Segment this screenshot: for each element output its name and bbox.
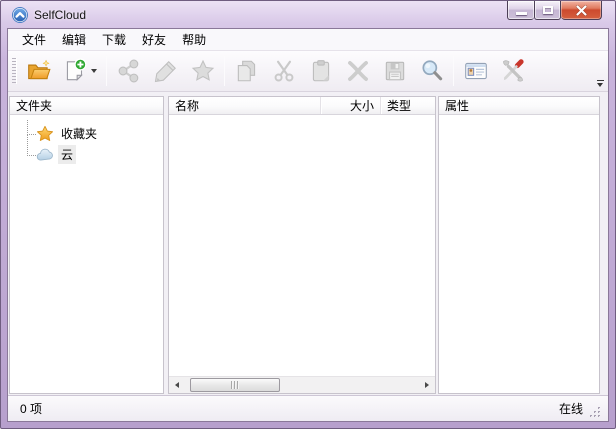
- new-item-button[interactable]: [57, 53, 103, 89]
- search-button[interactable]: [413, 53, 450, 89]
- tree-item-label: 收藏夹: [61, 127, 98, 141]
- folders-panel-header: 文件夹: [10, 97, 163, 115]
- toolbar-separator: [224, 56, 225, 86]
- title-bar[interactable]: SelfCloud: [1, 1, 615, 28]
- save-icon: [385, 61, 404, 81]
- copy-icon: [237, 60, 255, 82]
- copy-button[interactable]: [228, 53, 265, 89]
- folders-panel: 文件夹 收藏夹 云: [9, 96, 164, 394]
- resize-grip[interactable]: [589, 406, 602, 419]
- attributes-body: [439, 115, 599, 393]
- contacts-icon: [464, 62, 487, 80]
- settings-button[interactable]: [494, 53, 531, 89]
- window-title: SelfCloud: [34, 7, 87, 22]
- scrollbar-thumb[interactable]: [190, 377, 280, 392]
- favorite-star-icon: [191, 59, 214, 81]
- maximize-button[interactable]: [534, 1, 561, 20]
- attributes-panel: 属性: [438, 96, 600, 394]
- menu-item-friends[interactable]: 好友: [134, 28, 174, 51]
- chevron-down-icon: [597, 83, 603, 87]
- status-bar: 0 项 在线: [8, 395, 608, 421]
- share-button[interactable]: [110, 53, 147, 89]
- menu-bar: 文件 编辑 下载 好友 帮助: [8, 29, 608, 51]
- window-controls: [507, 1, 602, 20]
- minimize-button[interactable]: [507, 1, 534, 20]
- delete-button[interactable]: [339, 53, 376, 89]
- edit-icon: [154, 61, 176, 83]
- contacts-button[interactable]: [457, 53, 494, 89]
- arrow-left-icon: [175, 382, 179, 388]
- save-button[interactable]: [376, 53, 413, 89]
- menu-item-download[interactable]: 下载: [94, 28, 134, 51]
- column-header-type[interactable]: 类型: [381, 97, 435, 114]
- main-area: 文件夹 收藏夹 云 名称 大小 类型 属性: [8, 92, 608, 395]
- online-status-label: 在线: [558, 402, 583, 416]
- cloud-icon: [36, 146, 54, 164]
- column-header-name[interactable]: 名称: [169, 97, 321, 114]
- selfcloud-window: SelfCloud 文件 编辑 下载 好友 帮助 文件夹 收藏夹 云 名称 大小…: [0, 0, 616, 429]
- overflow-bar: [596, 80, 604, 81]
- toolbar-separator: [106, 56, 107, 86]
- edit-button[interactable]: [147, 53, 184, 89]
- menu-item-edit[interactable]: 编辑: [54, 28, 94, 51]
- tree-item-cloud[interactable]: 云: [10, 134, 163, 165]
- scrollbar-track[interactable]: [185, 377, 419, 394]
- close-icon: [575, 4, 587, 16]
- arrow-right-icon: [425, 382, 429, 388]
- file-list-body: [169, 115, 435, 376]
- thumb-grip-icon: [230, 380, 240, 389]
- client-area: 文件 编辑 下载 好友 帮助 文件夹 收藏夹 云 名称 大小 类型 属性 0 项…: [7, 28, 609, 422]
- toolbar-overflow-button[interactable]: [595, 80, 605, 87]
- close-button[interactable]: [561, 1, 602, 20]
- files-panel: 名称 大小 类型: [168, 96, 436, 394]
- menu-item-file[interactable]: 文件: [14, 28, 54, 51]
- search-icon: [421, 60, 442, 81]
- toolbar: [8, 51, 608, 92]
- scroll-left-button[interactable]: [169, 377, 185, 394]
- column-header-size[interactable]: 大小: [321, 97, 381, 114]
- selfcloud-app-icon: [12, 6, 28, 23]
- cut-icon: [274, 60, 293, 82]
- new-item-dropdown-arrow[interactable]: [91, 69, 97, 73]
- folder-tree: 收藏夹 云: [10, 115, 163, 393]
- new-item-icon: [66, 58, 87, 81]
- maximize-icon: [542, 6, 553, 14]
- toolbar-gripper[interactable]: [12, 58, 17, 84]
- files-column-header: 名称 大小 类型: [169, 97, 435, 115]
- cut-button[interactable]: [265, 53, 302, 89]
- star-icon: [36, 125, 54, 143]
- tree-item-label: 云: [58, 145, 77, 164]
- attributes-panel-header: 属性: [439, 97, 599, 115]
- minimize-icon: [515, 11, 527, 15]
- attributes-header-label: 属性: [445, 99, 470, 113]
- settings-icon: [502, 59, 524, 82]
- share-icon: [118, 59, 138, 83]
- paste-icon: [312, 60, 329, 82]
- open-folder-icon: [27, 59, 51, 80]
- scroll-right-button[interactable]: [419, 377, 435, 394]
- toolbar-separator: [453, 56, 454, 86]
- favorite-button[interactable]: [184, 53, 221, 89]
- item-count-label: 0 项: [20, 402, 43, 416]
- folders-header-label: 文件夹: [16, 99, 53, 113]
- open-folder-button[interactable]: [20, 53, 57, 89]
- delete-icon: [347, 61, 368, 81]
- horizontal-scrollbar[interactable]: [169, 376, 435, 393]
- paste-button[interactable]: [302, 53, 339, 89]
- menu-item-help[interactable]: 帮助: [174, 28, 214, 51]
